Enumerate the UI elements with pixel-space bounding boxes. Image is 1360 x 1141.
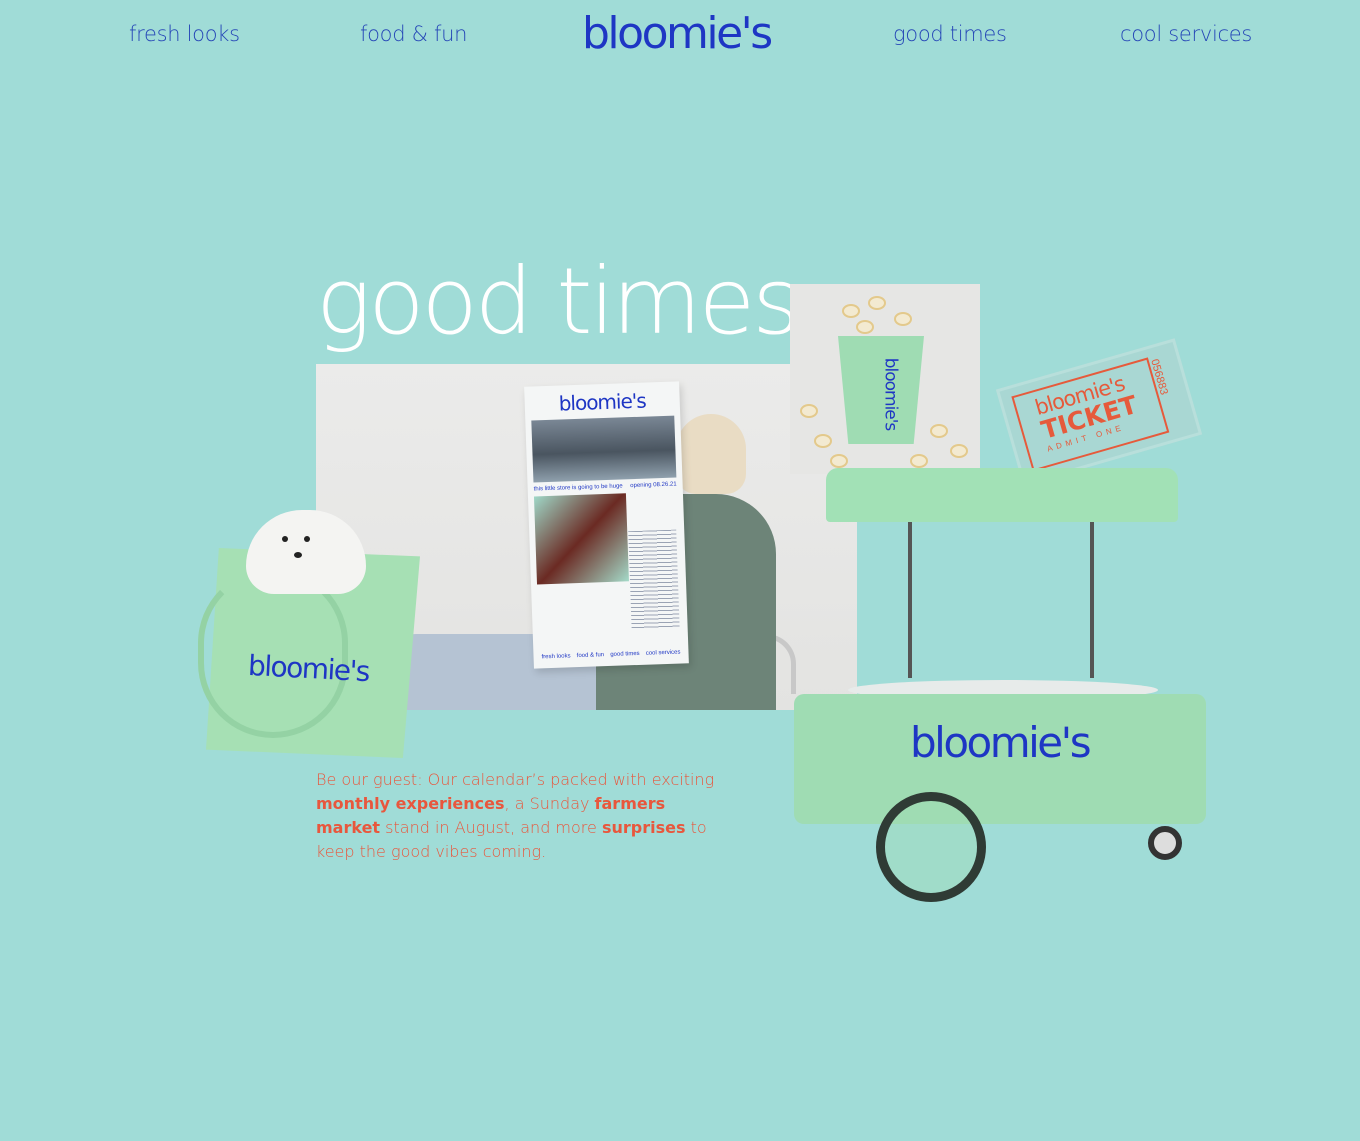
popcorn-kernel [856, 320, 874, 334]
nav-cool-services[interactable]: cool services [1120, 22, 1252, 46]
newspaper-couple-photo [533, 493, 629, 585]
copy-text: stand in August, and more [380, 818, 602, 837]
cart-canopy [826, 468, 1178, 522]
popcorn-kernel [930, 424, 948, 438]
copy-highlight: surprises [601, 818, 686, 837]
dog-eye [304, 536, 310, 542]
popcorn-kernel [842, 304, 860, 318]
newspaper-text-column [628, 529, 680, 630]
newspaper-footer-item: fresh looks [541, 653, 571, 661]
copy-text: , a Sunday [504, 794, 595, 813]
newspaper-footer: fresh looks food & fun good times cool s… [541, 649, 680, 660]
nav-food-and-fun[interactable]: food & fun [360, 22, 467, 46]
popcorn-cup-logo: bloomie's [880, 357, 901, 431]
newspaper-store-photo [531, 415, 677, 483]
newspaper: bloomie's this little store is going to … [524, 381, 689, 669]
admission-ticket: bloomie's TICKET ADMIT ONE 056883 [995, 338, 1203, 486]
newspaper-caption-left: this little store is going to be huge [533, 483, 623, 493]
dog-eye [282, 536, 288, 542]
cart-wheel [876, 792, 986, 902]
cart-caster [1148, 826, 1182, 860]
popcorn-kernel [950, 444, 968, 458]
cart-pole [908, 522, 912, 678]
cart-pole [1090, 522, 1094, 678]
nav-fresh-looks[interactable]: fresh looks [129, 22, 240, 46]
ticket-border: bloomie's TICKET ADMIT ONE [1011, 357, 1170, 472]
popcorn-kernel [868, 296, 886, 310]
top-nav: fresh looks food & fun bloomie's good ti… [0, 0, 1360, 80]
newspaper-caption-right: opening 08.26.21 [630, 481, 677, 490]
copy-text: Be our guest: Our calendar’s packed with… [316, 770, 715, 789]
tote-bag-with-dog: bloomie's [198, 510, 428, 760]
newspaper-caption: this little store is going to be huge op… [534, 482, 677, 493]
popcorn-kernel [894, 312, 912, 326]
page-headline: good times [316, 248, 800, 355]
popcorn-kernel [814, 434, 832, 448]
nav-good-times[interactable]: good times [893, 22, 1007, 46]
tote-logo: bloomie's [247, 648, 370, 689]
newspaper-footer-item: food & fun [576, 652, 605, 660]
dog-nose [294, 552, 302, 558]
popcorn-photo: bloomie's [790, 284, 980, 474]
cart-logo: bloomie's [910, 718, 1092, 767]
vendor-cart: bloomie's [792, 466, 1212, 916]
newspaper-footer-item: cool services [645, 649, 681, 657]
newspaper-logo: bloomie's [558, 388, 647, 416]
copy-highlight: monthly experiences [316, 794, 505, 813]
popcorn-kernel [800, 404, 818, 418]
newspaper-footer-item: good times [610, 650, 640, 658]
hair [676, 414, 746, 494]
events-description: Be our guest: Our calendar’s packed with… [316, 768, 726, 864]
bloomies-logo[interactable]: bloomie's [582, 8, 773, 59]
